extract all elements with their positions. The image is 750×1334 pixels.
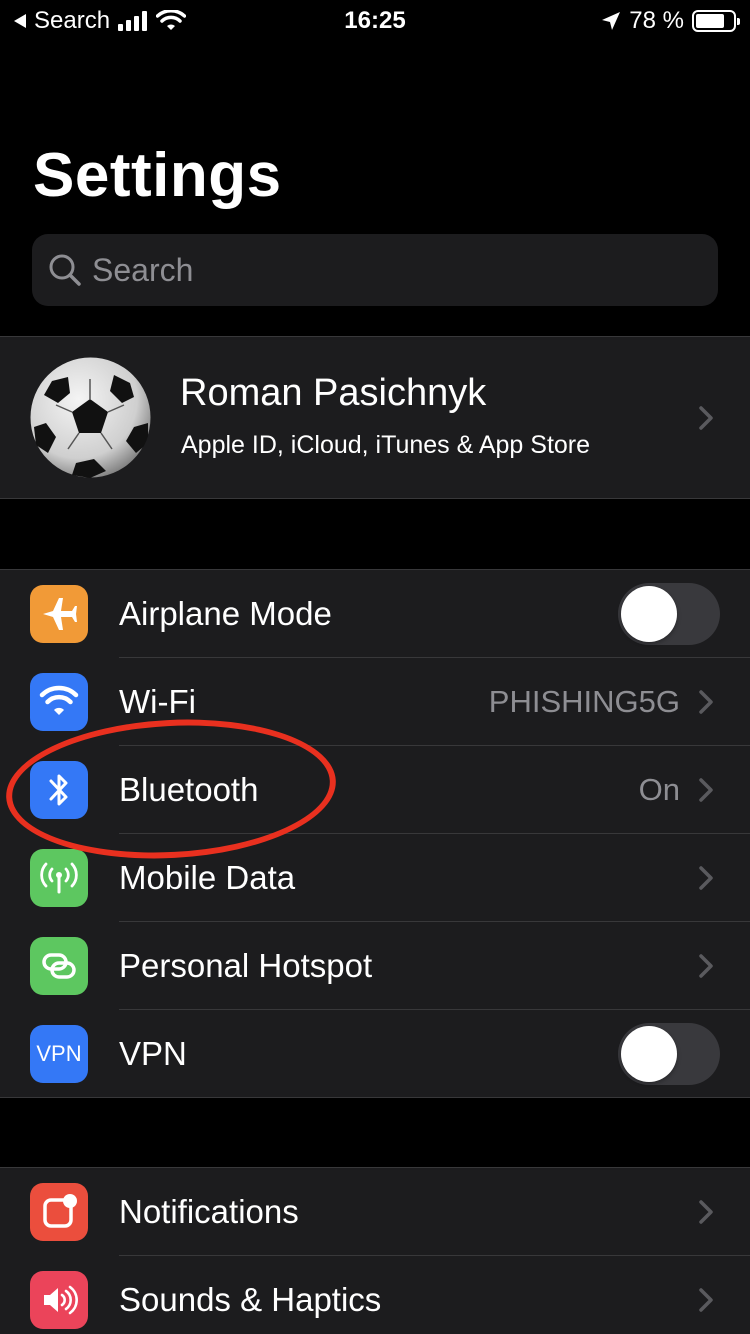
- row-label: Notifications: [119, 1193, 299, 1230]
- chevron-right-icon: [699, 690, 713, 714]
- bluetooth-icon: [30, 761, 88, 819]
- search-input[interactable]: [92, 251, 692, 289]
- settings-row-vpn[interactable]: VPN VPN: [0, 1010, 750, 1098]
- vpn-icon-text: VPN: [36, 1041, 82, 1066]
- bluetooth-status-value: On: [638, 772, 680, 807]
- row-label: Sounds & Haptics: [119, 1281, 382, 1318]
- airplane-icon: [30, 585, 88, 643]
- chevron-right-icon: [699, 1200, 713, 1224]
- settings-row-bluetooth[interactable]: Bluetooth On: [0, 746, 750, 834]
- settings-row-personal-hotspot[interactable]: Personal Hotspot: [0, 922, 750, 1010]
- airplane-mode-toggle[interactable]: [618, 583, 720, 645]
- connectivity-group: Airplane Mode Wi-Fi PHISHING5G Bluetooth…: [0, 569, 750, 1098]
- profile-subtitle: Apple ID, iCloud, iTunes & App Store: [181, 431, 591, 459]
- toggle-knob: [621, 1026, 677, 1082]
- settings-row-notifications[interactable]: Notifications: [0, 1168, 750, 1256]
- apple-id-row[interactable]: [0, 336, 750, 499]
- row-label: VPN: [119, 1035, 187, 1072]
- battery-icon: [692, 10, 740, 32]
- chevron-right-icon: [699, 1288, 713, 1312]
- page-title: Settings: [33, 141, 282, 210]
- search-icon: [49, 254, 81, 286]
- avatar: [30, 357, 151, 478]
- profile-name: Roman Pasichnyk: [180, 372, 487, 414]
- search-bar[interactable]: [32, 234, 718, 306]
- wifi-icon: [30, 673, 88, 731]
- battery-percent: 78 %: [629, 7, 684, 34]
- chevron-right-icon: [699, 406, 713, 430]
- settings-row-airplane-mode[interactable]: Airplane Mode: [0, 570, 750, 658]
- chevron-right-icon: [699, 866, 713, 890]
- location-arrow-icon: [602, 12, 621, 30]
- row-label: Bluetooth: [119, 771, 259, 808]
- notifications-icon: [30, 1183, 88, 1241]
- row-label: Personal Hotspot: [119, 947, 373, 984]
- wifi-network-value: PHISHING5G: [488, 684, 680, 719]
- settings-row-sounds-haptics[interactable]: Sounds & Haptics: [0, 1256, 750, 1334]
- row-label: Mobile Data: [119, 859, 296, 896]
- row-label: Airplane Mode: [119, 595, 332, 632]
- antenna-icon: [30, 849, 88, 907]
- chevron-right-icon: [699, 778, 713, 802]
- row-label: Wi-Fi: [119, 683, 196, 720]
- vpn-toggle[interactable]: [618, 1023, 720, 1085]
- chevron-right-icon: [699, 954, 713, 978]
- battery-fill: [696, 14, 725, 28]
- speaker-icon: [30, 1271, 88, 1329]
- general-group: Notifications Sounds & Haptics: [0, 1167, 750, 1334]
- soccer-ball-icon: [30, 357, 151, 478]
- status-bar: Search 16:25 78 %: [0, 0, 750, 42]
- settings-row-wifi[interactable]: Wi-Fi PHISHING5G: [0, 658, 750, 746]
- hotspot-icon: [30, 937, 88, 995]
- vpn-icon: VPN: [30, 1025, 88, 1083]
- toggle-knob: [621, 586, 677, 642]
- settings-row-mobile-data[interactable]: Mobile Data: [0, 834, 750, 922]
